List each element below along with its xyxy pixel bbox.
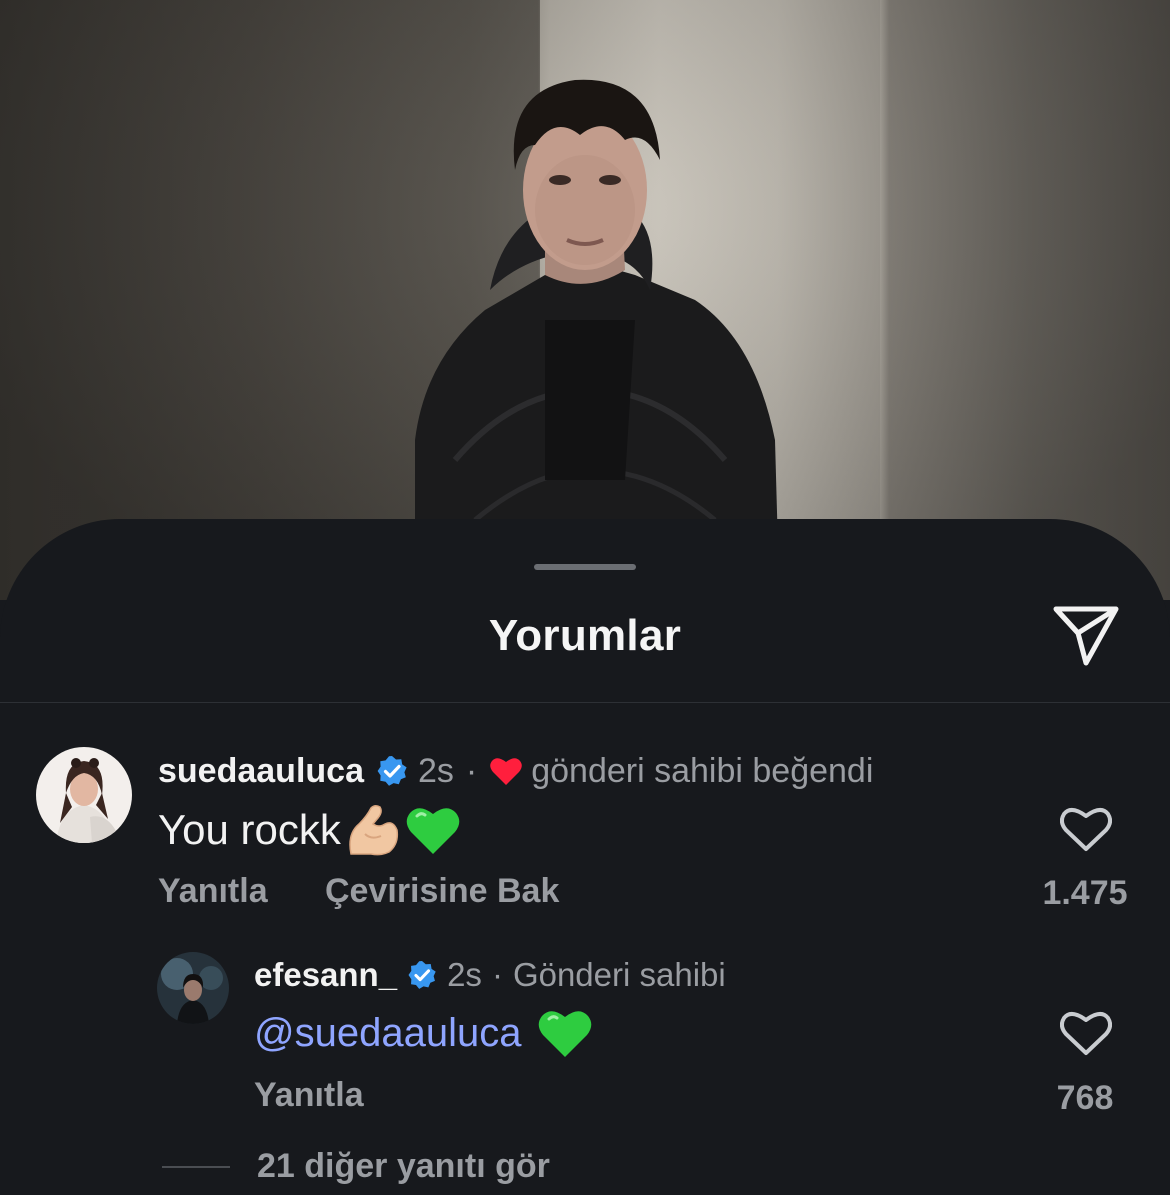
reply-meta: efesann_ 2s · Gönderi sahibi <box>254 953 726 997</box>
reply-avatar-image <box>157 952 229 1024</box>
flexed-biceps-emoji <box>349 804 398 856</box>
liked-by-author-label: gönderi sahibi beğendi <box>531 751 874 790</box>
verified-badge-icon <box>377 756 407 786</box>
green-heart-emoji <box>406 808 460 854</box>
reply-button[interactable]: Yanıtla <box>254 1076 364 1115</box>
comment-username[interactable]: suedaauluca <box>158 752 364 791</box>
header-divider <box>0 702 1170 703</box>
sheet-grabber[interactable] <box>534 564 636 570</box>
view-more-replies-button[interactable]: 21 diğer yanıtı gör <box>257 1147 550 1186</box>
meta-separator: · <box>491 956 503 993</box>
comment-text-row: You rockk <box>158 802 461 858</box>
mention-link[interactable]: @suedaauluca <box>254 1011 521 1056</box>
comments-sheet: Yorumlar suedaauluca 2s · gönderi sahibi… <box>0 519 1170 1195</box>
more-replies-line <box>162 1166 230 1168</box>
green-heart-emoji <box>539 1011 592 1057</box>
like-heart-icon[interactable] <box>1060 806 1112 852</box>
reply-text-row: @suedaauluca <box>254 1005 593 1061</box>
comment-text: You rockk <box>158 806 341 853</box>
translate-button[interactable]: Çevirisine Bak <box>325 872 559 911</box>
share-button[interactable] <box>1050 603 1122 669</box>
meta-separator: · <box>465 751 478 790</box>
reply-button[interactable]: Yanıtla <box>158 872 268 911</box>
avatar-image <box>36 747 132 843</box>
post-photo <box>0 0 1170 600</box>
comment-time: 2s <box>417 751 454 790</box>
paper-plane-icon <box>1053 606 1119 666</box>
heart-filled-icon <box>490 758 523 785</box>
reply-like-count: 768 <box>1056 1079 1114 1117</box>
like-heart-icon[interactable] <box>1060 1010 1112 1056</box>
sheet-title: Yorumlar <box>488 611 682 660</box>
comment-meta: suedaauluca 2s · gönderi sahibi beğendi <box>158 748 873 794</box>
avatar[interactable] <box>36 747 132 843</box>
verified-badge-icon <box>408 960 436 989</box>
reply-time: 2s <box>447 956 482 993</box>
reply-avatar[interactable] <box>157 952 229 1024</box>
like-count: 1.475 <box>1042 874 1128 912</box>
reply-username[interactable]: efesann_ <box>254 956 397 994</box>
author-tag: Gönderi sahibi <box>512 956 726 993</box>
